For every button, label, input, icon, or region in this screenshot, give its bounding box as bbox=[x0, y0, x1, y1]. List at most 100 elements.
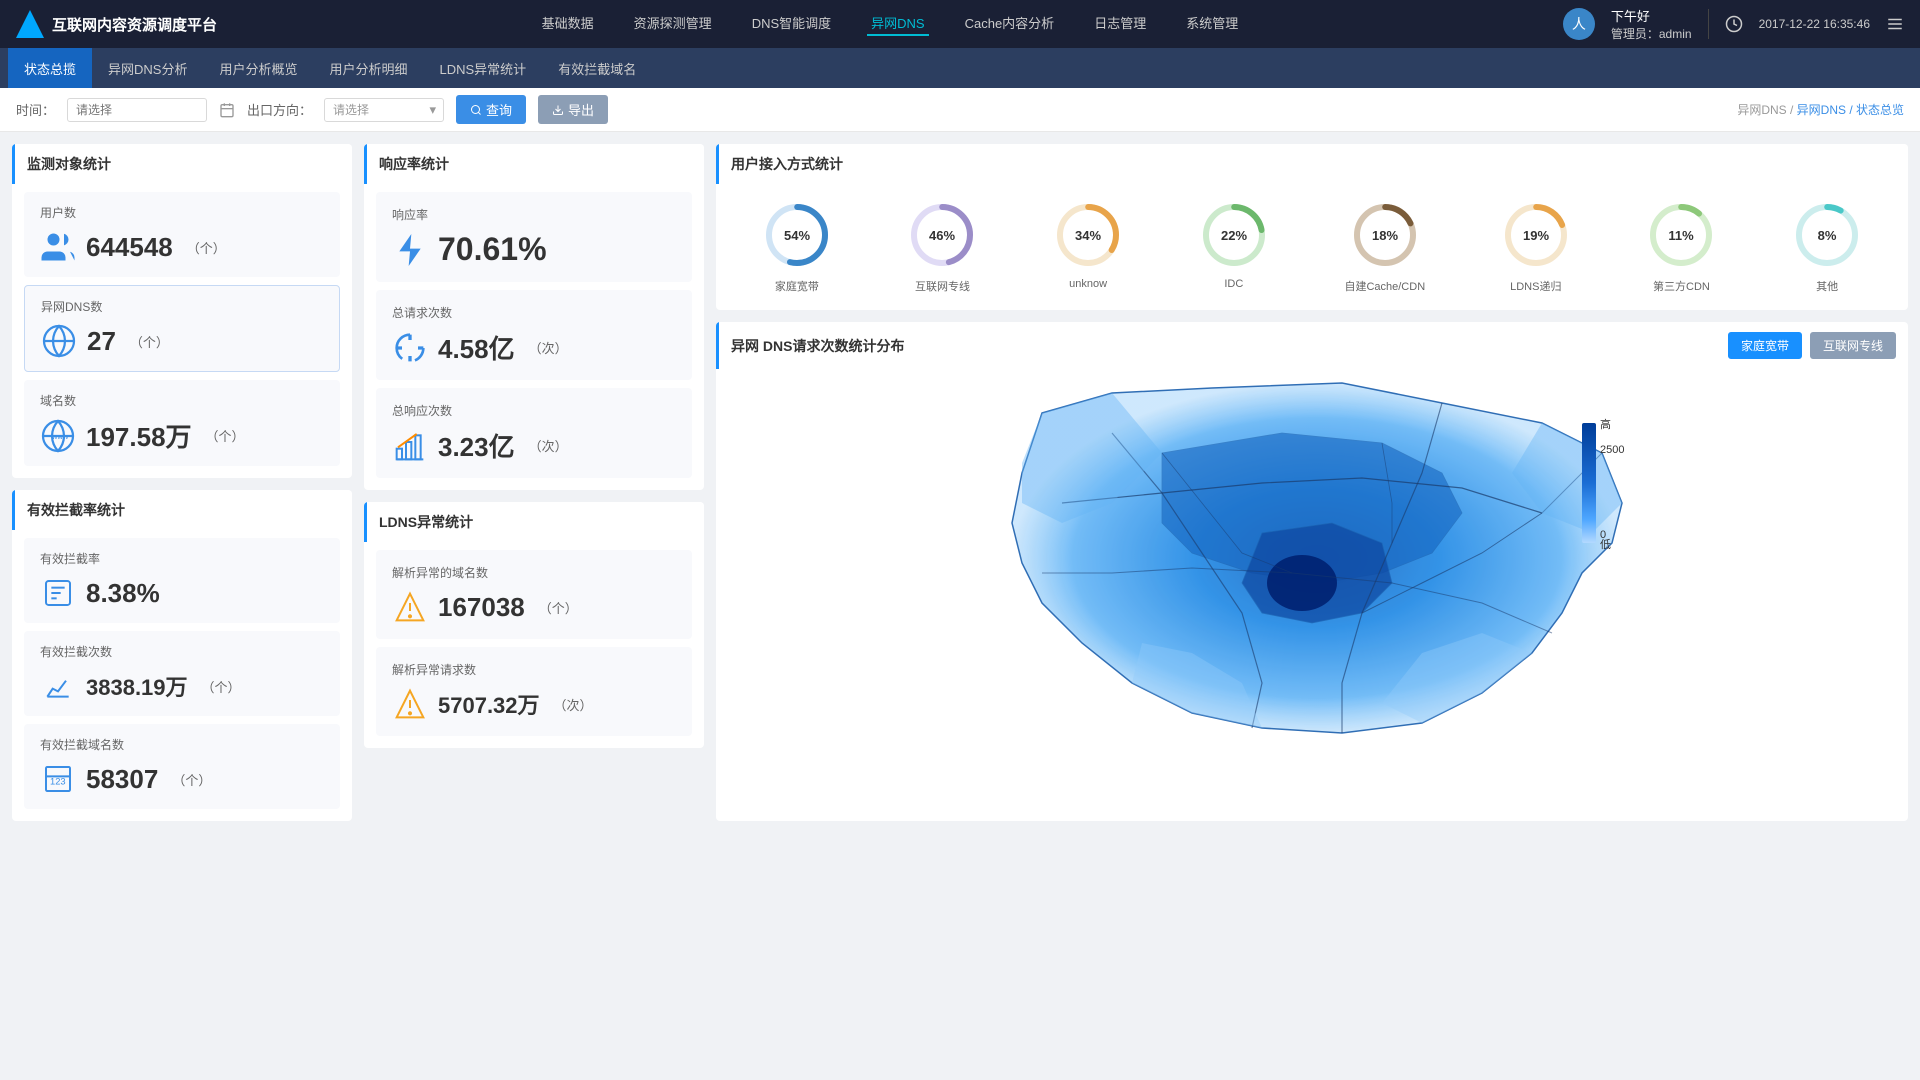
stat-abnormal-domains: 解析异常的域名数 167038 （个） bbox=[376, 550, 692, 639]
donut-item-0: 54% 家庭宽带 bbox=[762, 200, 832, 294]
stat-users-row: 644548 （个） bbox=[40, 229, 324, 265]
nav-system-mgmt[interactable]: 系统管理 bbox=[1182, 13, 1242, 36]
time-label: 时间： bbox=[16, 100, 55, 119]
donut-item-1: 46% 互联网专线 bbox=[907, 200, 977, 294]
toolbar: 时间： 出口方向： 请选择 查询 导出 异网DNS / 异网DNS / 状态总览 bbox=[0, 88, 1920, 132]
donut-svg-0: 54% bbox=[762, 200, 832, 270]
btn-household-broadband[interactable]: 家庭宽带 bbox=[1728, 332, 1802, 359]
users-svg-icon bbox=[40, 229, 76, 265]
stat-users-label: 用户数 bbox=[40, 204, 324, 221]
svg-text:123: 123 bbox=[50, 776, 66, 786]
response-rate-row: 70.61% bbox=[392, 231, 676, 268]
left-section: 监测对象统计 用户数 bbox=[12, 144, 352, 821]
svg-text:46%: 46% bbox=[929, 228, 955, 243]
svg-text:22%: 22% bbox=[1221, 228, 1247, 243]
block-stats-header: 有效拦截率统计 bbox=[12, 490, 352, 530]
abnormal-domains-row: 167038 （个） bbox=[392, 589, 676, 625]
time-input[interactable] bbox=[67, 98, 207, 122]
stat-domains-label: 域名数 bbox=[40, 392, 324, 409]
map-svg: 高 2500 低 0 bbox=[728, 373, 1896, 753]
total-responses-value: 3.23亿 bbox=[438, 427, 515, 464]
breadcrumb-current: 异网DNS / 状态总览 bbox=[1797, 103, 1904, 117]
table-icon: 123 bbox=[40, 761, 76, 797]
abnormal-domains-value: 167038 bbox=[438, 592, 525, 623]
stat-response-rate: 响应率 70.61% bbox=[376, 192, 692, 282]
donut-svg-4: 18% bbox=[1350, 200, 1420, 270]
menu-icon[interactable] bbox=[1886, 15, 1904, 33]
donut-svg-6: 11% bbox=[1646, 200, 1716, 270]
subnav-user-detail[interactable]: 用户分析明细 bbox=[313, 48, 423, 88]
stat-dns: 异网DNS数 27 （个） bbox=[24, 285, 340, 372]
direction-select[interactable]: 请选择 bbox=[324, 98, 444, 122]
svg-text:11%: 11% bbox=[1669, 228, 1695, 243]
map-section-card: 异网 DNS请求次数统计分布 家庭宽带 互联网专线 bbox=[716, 322, 1908, 821]
stat-block-count-row: 3838.19万 （个） bbox=[40, 668, 324, 704]
sub-navigation: 状态总揽 异网DNS分析 用户分析概览 用户分析明细 LDNS异常统计 有效拦截… bbox=[0, 48, 1920, 88]
lightning-icon bbox=[392, 232, 428, 268]
domain-icon: www bbox=[40, 418, 76, 454]
stat-dns-value: 27 bbox=[87, 326, 116, 357]
subnav-dns-analysis[interactable]: 异网DNS分析 bbox=[92, 48, 203, 88]
abnormal-requests-label: 解析异常请求数 bbox=[392, 661, 676, 678]
subnav-block-domains[interactable]: 有效拦截域名 bbox=[542, 48, 652, 88]
donut-item-4: 18% 自建Cache/CDN bbox=[1344, 200, 1425, 294]
svg-text:18%: 18% bbox=[1372, 228, 1398, 243]
direction-label: 出口方向： bbox=[247, 100, 312, 119]
nav-basic-data[interactable]: 基础数据 bbox=[538, 13, 598, 36]
subnav-status-overview[interactable]: 状态总揽 bbox=[8, 48, 92, 88]
subnav-ldns-abnormal[interactable]: LDNS异常统计 bbox=[424, 48, 543, 88]
main-content: 监测对象统计 用户数 bbox=[0, 132, 1920, 833]
nav-log-mgmt[interactable]: 日志管理 bbox=[1090, 13, 1150, 36]
stat-dns-unit: （个） bbox=[130, 332, 169, 351]
donut-item-6: 11% 第三方CDN bbox=[1646, 200, 1716, 294]
map-container: 高 2500 低 0 bbox=[716, 369, 1908, 768]
block-rate-svg bbox=[42, 577, 74, 609]
stat-domains-row: www 197.58万 （个） bbox=[40, 417, 324, 454]
donut-item-5: 19% LDNS递归 bbox=[1501, 200, 1571, 294]
warning2-icon bbox=[392, 686, 428, 722]
btn-internet-line[interactable]: 互联网专线 bbox=[1810, 332, 1896, 359]
logo-area: 互联网内容资源调度平台 bbox=[16, 10, 217, 38]
datetime: 2017-12-22 16:35:46 bbox=[1759, 17, 1870, 31]
warning-svg bbox=[394, 591, 426, 623]
abnormal-requests-row: 5707.32万 （次） bbox=[392, 686, 676, 722]
stat-block-count-value: 3838.19万 bbox=[86, 670, 188, 702]
avatar: 人 bbox=[1563, 8, 1595, 40]
response-stats-content: 响应率 70.61% 总请求次数 bbox=[364, 184, 704, 490]
nav-resource-mgmt[interactable]: 资源探测管理 bbox=[630, 13, 716, 36]
lightning-svg bbox=[394, 231, 426, 269]
chart-icon bbox=[392, 428, 428, 464]
donut-label-1: 互联网专线 bbox=[915, 278, 970, 294]
nav-cache-analysis[interactable]: Cache内容分析 bbox=[961, 13, 1059, 36]
nav-alien-dns[interactable]: 异网DNS bbox=[867, 13, 928, 36]
response-stats-card: 响应率统计 响应率 70.61% 总请求次数 bbox=[364, 144, 704, 490]
domain-svg-icon: www bbox=[40, 418, 76, 454]
map-title: 异网 DNS请求次数统计分布 bbox=[731, 336, 904, 356]
donut-label-5: LDNS递归 bbox=[1510, 278, 1561, 294]
stat-block-rate-label: 有效拦截率 bbox=[40, 550, 324, 567]
stat-domains-unit: （个） bbox=[206, 426, 245, 445]
response-stats-header: 响应率统计 bbox=[364, 144, 704, 184]
stat-block-domains-value: 58307 bbox=[86, 764, 158, 795]
calendar-icon[interactable] bbox=[219, 102, 235, 118]
svg-text:54%: 54% bbox=[784, 228, 810, 243]
export-button[interactable]: 导出 bbox=[538, 95, 608, 124]
user-access-title: 用户接入方式统计 bbox=[731, 154, 843, 174]
donut-label-2: unknow bbox=[1069, 278, 1107, 290]
abnormal-requests-unit: （次） bbox=[554, 695, 593, 714]
search-icon bbox=[470, 104, 482, 116]
donut-svg-1: 46% bbox=[907, 200, 977, 270]
svg-text:www: www bbox=[51, 432, 69, 441]
users-icon bbox=[40, 229, 76, 265]
stat-block-rate-value: 8.38% bbox=[86, 578, 160, 609]
total-requests-row: 4.58亿 （次） bbox=[392, 329, 676, 366]
subnav-user-overview[interactable]: 用户分析概览 bbox=[203, 48, 313, 88]
block-stats-content: 有效拦截率 8.38% 有效 bbox=[12, 530, 352, 821]
nav-dns-dispatch[interactable]: DNS智能调度 bbox=[748, 13, 835, 36]
total-responses-unit: （次） bbox=[529, 436, 568, 455]
chart-svg bbox=[394, 430, 426, 462]
stat-users-unit: （个） bbox=[187, 238, 226, 257]
monitor-stats-content: 用户数 644548 （个） bbox=[12, 184, 352, 478]
query-button[interactable]: 查询 bbox=[456, 95, 526, 124]
block-rate-icon bbox=[40, 575, 76, 611]
